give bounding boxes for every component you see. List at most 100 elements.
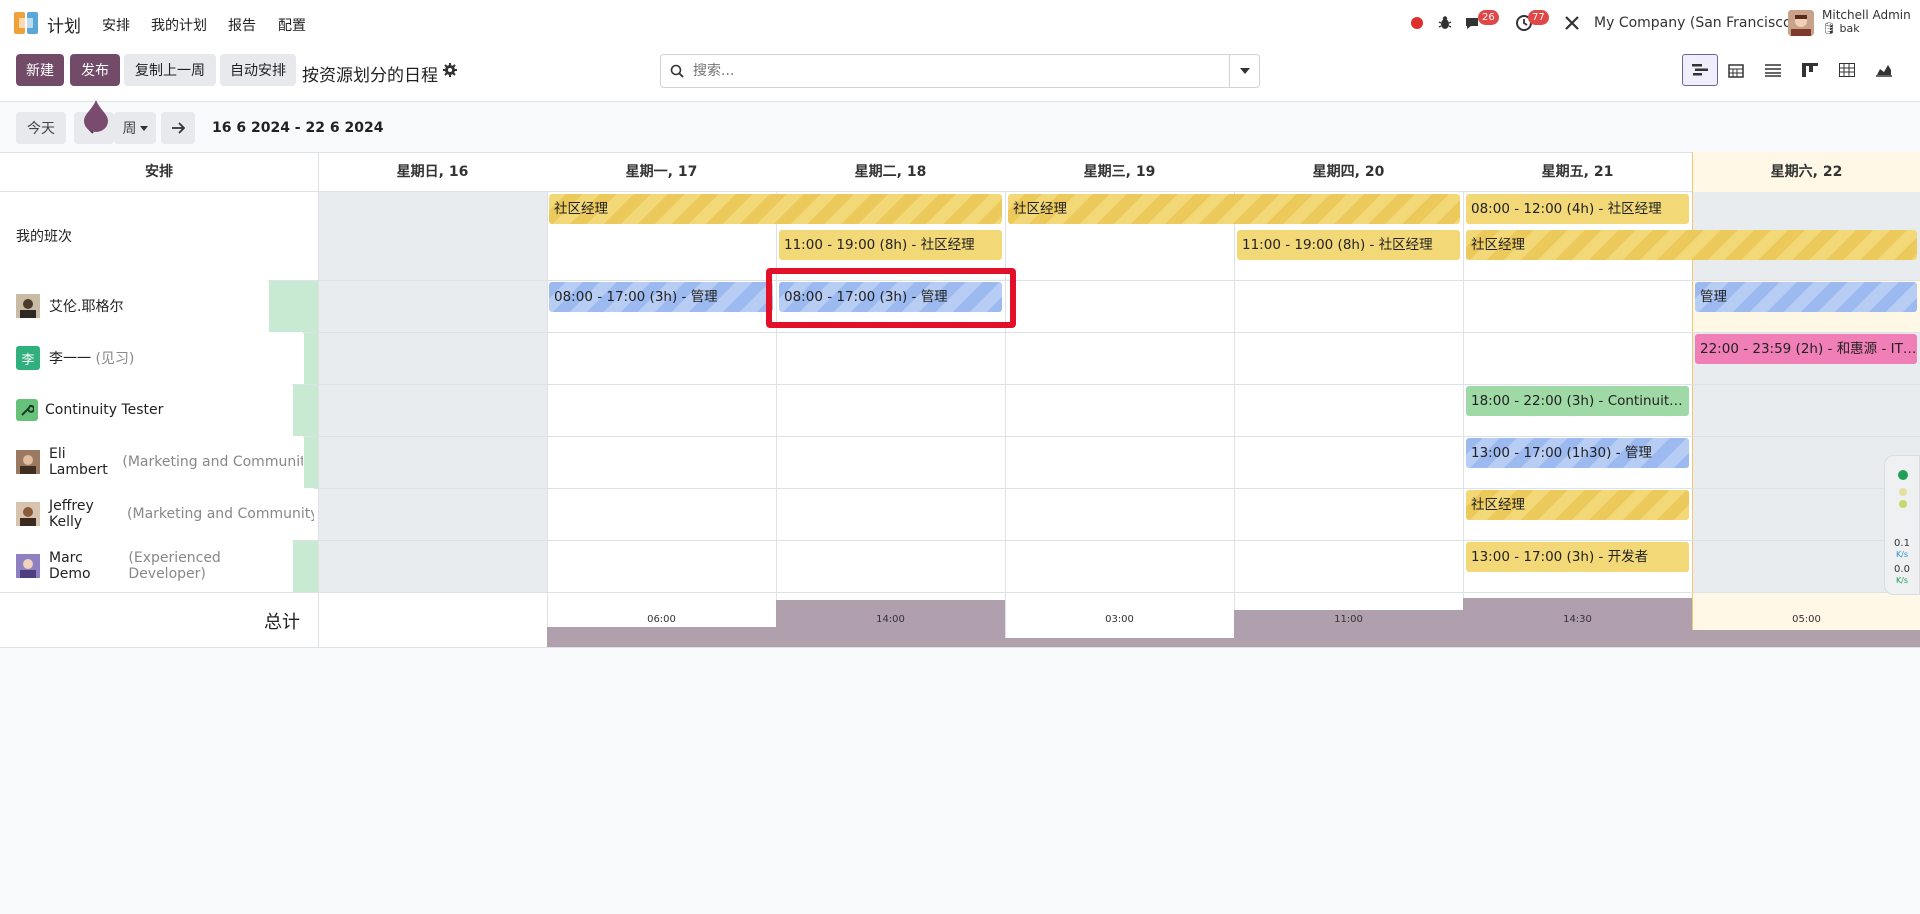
wrench-icon	[16, 399, 38, 421]
menu-schedule[interactable]: 安排	[102, 15, 130, 35]
recording-dot-icon[interactable]	[1408, 14, 1426, 32]
row-role: (见习)	[95, 351, 135, 367]
shift-pill[interactable]: 08:00 - 12:00 (4h) - 社区经理	[1466, 194, 1689, 224]
shift-pill[interactable]: 管理	[1695, 282, 1917, 312]
row-role: (Marketing and Community ...	[127, 506, 314, 522]
next-period-button[interactable]	[161, 112, 195, 144]
menu-reporting[interactable]: 报告	[228, 15, 256, 35]
scale-dropdown[interactable]: 周	[114, 112, 156, 144]
availability-strip	[304, 333, 318, 384]
total-label: 总计	[264, 612, 300, 633]
total-bar	[547, 627, 776, 647]
shift-pill[interactable]: 22:00 - 23:59 (2h) - 和惠源 - IT技...	[1695, 334, 1917, 364]
kanban-view-icon	[1802, 63, 1818, 77]
new-button[interactable]: 新建	[16, 54, 64, 86]
pivot-view-button[interactable]	[1829, 54, 1865, 86]
pivot-view-icon	[1839, 63, 1855, 77]
total-value: 05:00	[1792, 614, 1821, 625]
search-icon	[670, 64, 684, 78]
row-label-continuity-tester[interactable]: Continuity Tester	[0, 384, 292, 436]
row-name: 我的班次	[16, 229, 72, 245]
availability-strip	[269, 281, 318, 332]
menu-my-planning[interactable]: 我的计划	[151, 15, 207, 35]
user-avatar[interactable]	[1788, 10, 1814, 36]
row-divider	[0, 647, 1920, 648]
total-value: 06:00	[647, 614, 676, 625]
copy-previous-week-button[interactable]: 复制上一周	[124, 54, 216, 86]
row-name: Eli Lambert	[49, 446, 108, 478]
app-name[interactable]: 计划	[47, 12, 81, 37]
row-label-my-shifts: 我的班次	[0, 192, 318, 280]
list-view-button[interactable]	[1755, 54, 1791, 86]
search-input[interactable]	[693, 61, 1213, 81]
row-name: 艾伦.耶格尔	[49, 299, 124, 315]
calendar-view-icon	[1728, 63, 1744, 78]
row-role: (Experienced Developer)	[128, 550, 221, 582]
menu-configuration[interactable]: 配置	[278, 15, 306, 35]
total-value: 14:30	[1563, 614, 1592, 625]
database-label: bak	[1839, 22, 1860, 35]
user-name[interactable]: Mitchell Admin	[1822, 8, 1911, 22]
shift-pill[interactable]: 13:00 - 17:00 (1h30) - 管理	[1466, 438, 1689, 468]
graph-view-button[interactable]	[1866, 54, 1902, 86]
network-speed-widget[interactable]: 0.1 K/s 0.0 K/s	[1884, 455, 1920, 595]
shift-pill[interactable]: 社区经理	[549, 194, 1002, 224]
database-name: 🛢 bak	[1822, 22, 1860, 35]
search-options-toggle[interactable]	[1229, 55, 1259, 87]
calendar-view-button[interactable]	[1718, 54, 1754, 86]
upload-speed: 0.1	[1894, 538, 1910, 549]
gantt-view-icon	[1692, 64, 1708, 76]
shift-pill[interactable]: 11:00 - 19:00 (8h) - 社区经理	[779, 230, 1002, 260]
row-label-li[interactable]: 李 李一一 (见习)	[0, 332, 302, 384]
row-name: 李一一	[49, 351, 91, 367]
availability-strip	[304, 437, 318, 488]
grid-line	[547, 192, 548, 648]
gear-icon[interactable]	[442, 62, 458, 78]
shift-pill[interactable]: 社区经理	[1466, 230, 1917, 260]
caret-down-icon	[139, 125, 148, 131]
auto-plan-button[interactable]: 自动安排	[220, 54, 296, 86]
column-header-today: 星期六, 22	[1692, 152, 1920, 192]
shift-pill[interactable]: 社区经理	[1008, 194, 1460, 224]
weekend-shading	[318, 192, 547, 592]
row-name: Continuity Tester	[45, 402, 164, 418]
messages-count-badge: 26	[1478, 10, 1499, 25]
column-header: 星期日, 16	[396, 164, 469, 180]
shift-pill[interactable]: 社区经理	[1466, 490, 1689, 520]
gantt-chart: 安排 星期日, 16 星期一, 17 星期二, 18 星期三, 19 星期四, …	[0, 152, 1920, 648]
company-switcher[interactable]: My Company (San Francisco)	[1594, 15, 1797, 31]
avatar	[16, 554, 40, 578]
grid-line	[1005, 192, 1006, 648]
drag-cursor-icon	[84, 100, 108, 132]
today-button[interactable]: 今天	[16, 112, 66, 144]
shift-pill[interactable]: 11:00 - 19:00 (8h) - 社区经理	[1237, 230, 1460, 260]
row-divider	[0, 592, 1920, 593]
avatar	[16, 502, 40, 526]
publish-button[interactable]: 发布	[70, 54, 120, 86]
shift-pill[interactable]: 08:00 - 17:00 (3h) - 管理	[549, 282, 773, 312]
top-navbar: 计划 安排 我的计划 报告 配置 26 77 My Company (San F…	[0, 0, 1920, 46]
grid-line	[318, 152, 319, 648]
shift-pill[interactable]: 13:00 - 17:00 (3h) - 开发者	[1466, 542, 1689, 572]
planning-app-logo-icon[interactable]	[14, 12, 38, 34]
total-bar	[1005, 638, 1234, 647]
tools-icon[interactable]	[1563, 14, 1581, 32]
search-bar	[660, 54, 1260, 88]
status-lights-icon	[1898, 470, 1908, 508]
column-header: 星期一, 17	[625, 164, 698, 180]
column-header: 星期四, 20	[1312, 164, 1385, 180]
column-header: 星期三, 19	[1083, 164, 1156, 180]
row-label-marc-demo[interactable]: Marc Demo (Experienced Developer)	[0, 540, 292, 592]
gantt-view-button[interactable]	[1682, 54, 1718, 86]
row-label-jeffrey-kelly[interactable]: Jeffrey Kelly (Marketing and Community .…	[0, 488, 314, 540]
total-value: 03:00	[1105, 614, 1134, 625]
row-label-eli-lambert[interactable]: Eli Lambert (Marketing and Community ...	[0, 436, 303, 488]
column-header: 星期五, 21	[1541, 164, 1614, 180]
shift-pill[interactable]: 18:00 - 22:00 (3h) - Continuity Te...	[1466, 386, 1689, 416]
row-label-allen[interactable]: 艾伦.耶格尔	[0, 280, 268, 332]
total-value: 11:00	[1334, 614, 1363, 625]
kanban-view-button[interactable]	[1792, 54, 1828, 86]
upload-unit: K/s	[1895, 550, 1909, 559]
bug-icon[interactable]	[1436, 14, 1454, 32]
list-view-icon	[1765, 64, 1781, 77]
